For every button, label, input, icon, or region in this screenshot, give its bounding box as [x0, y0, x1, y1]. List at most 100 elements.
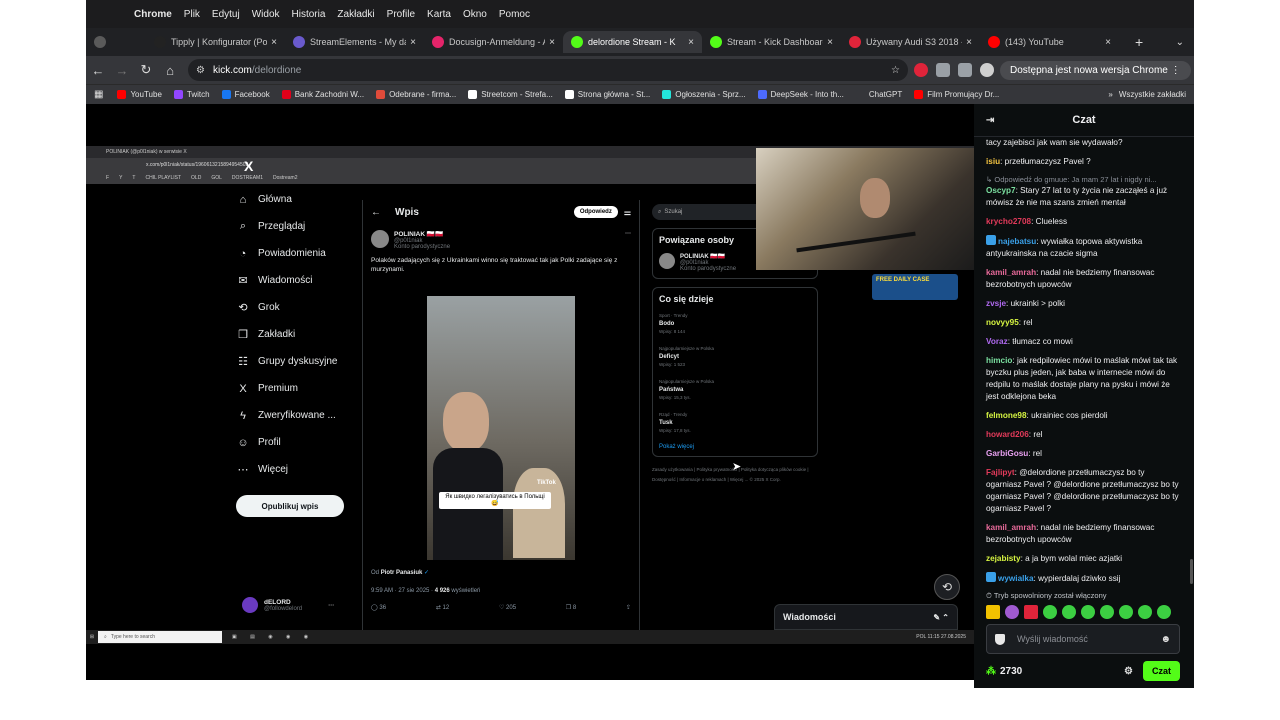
grok-float-icon[interactable]: ⟲: [934, 574, 960, 600]
emote-icon[interactable]: [1005, 605, 1019, 619]
chat-username[interactable]: zejabisty: [986, 554, 1021, 563]
bookmark-star-icon[interactable]: ☆: [891, 65, 900, 76]
menu-view[interactable]: Widok: [252, 9, 280, 20]
forward-icon[interactable]: →: [110, 63, 134, 78]
all-bookmarks[interactable]: Wszystkie zakładki: [1119, 90, 1186, 99]
x-nav-verified[interactable]: ϟ Zweryfikowane ...: [236, 402, 366, 429]
browser-tab[interactable]: Stream - Kick Dashboard ×: [702, 31, 841, 53]
chat-message[interactable]: himcio: jak redpilowiec mówi to maślak m…: [986, 355, 1182, 403]
expand-up-icon[interactable]: ✎ ⌃: [933, 613, 949, 622]
chat-username[interactable]: felmone98: [986, 411, 1027, 420]
filter-icon[interactable]: ⚌: [624, 208, 631, 217]
related-name[interactable]: POLINIAK 🇵🇱🇵🇱: [680, 253, 736, 260]
chat-scrollbar[interactable]: [1190, 559, 1193, 584]
bookmarks-overflow-icon[interactable]: »: [1108, 90, 1112, 99]
bookmark-item[interactable]: Streetcom - Strefa...: [468, 90, 553, 99]
bookmark-item[interactable]: ChatGPT: [855, 90, 902, 99]
menu-help[interactable]: Pomoc: [499, 9, 530, 20]
bookmark-action[interactable]: ❒ 8: [566, 604, 576, 611]
close-tab-icon[interactable]: ×: [688, 37, 694, 48]
avatar[interactable]: [371, 230, 389, 248]
chat-username[interactable]: najebatsu: [998, 237, 1036, 246]
chat-message[interactable]: najebatsu: wywiałka topowa aktywistka an…: [986, 235, 1182, 260]
menu-file[interactable]: Plik: [184, 9, 200, 20]
chat-message[interactable]: howard206: rel: [986, 429, 1182, 441]
extensions-puzzle-icon[interactable]: [936, 63, 950, 77]
collapse-chat-icon[interactable]: ⇥: [986, 115, 994, 126]
show-more-link[interactable]: Pokaż więcej: [659, 444, 811, 450]
chat-username[interactable]: himcio: [986, 356, 1012, 365]
chat-username[interactable]: wywialka: [998, 574, 1034, 583]
chat-username[interactable]: Voraz: [986, 337, 1008, 346]
like-action[interactable]: ♡ 205: [499, 604, 516, 611]
site-info-icon[interactable]: ⚙: [196, 65, 205, 76]
channel-points[interactable]: 2730: [1000, 666, 1022, 677]
x-nav-notifications[interactable]: ◔ Powiadomienia: [236, 240, 366, 267]
chat-username[interactable]: kamil_amrah: [986, 523, 1036, 532]
x-nav-communities[interactable]: ☷ Grupy dyskusyjne: [236, 348, 366, 375]
browser-tab[interactable]: Tipply | Konfigurator (Po ×: [146, 31, 285, 53]
chat-username[interactable]: zvsje: [986, 299, 1006, 308]
chat-username[interactable]: isiu: [986, 157, 1000, 166]
browser-tab[interactable]: StreamElements - My da ×: [285, 31, 424, 53]
menu-app-name[interactable]: Chrome: [134, 9, 172, 20]
trend-item[interactable]: Najpopularniejsze w Polska Deficyt Wpisy: …: [659, 345, 811, 369]
x-account-switcher[interactable]: dELORD @followdelord ⋯: [242, 597, 334, 613]
bookmark-item[interactable]: Strona główna - St...: [564, 90, 650, 99]
menu-bookmarks[interactable]: Zakładki: [337, 9, 374, 20]
chrome-update-button[interactable]: Dostępna jest nowa wersja Chrome ⋮: [1000, 60, 1191, 80]
browser-tab[interactable]: delordione Stream - K ×: [563, 31, 702, 53]
from-author[interactable]: Piotr Panasiuk: [381, 570, 423, 576]
emote-icon[interactable]: [1119, 605, 1133, 619]
emote-icon[interactable]: [1138, 605, 1152, 619]
bookmark-item[interactable]: Bank Zachodni W...: [281, 90, 364, 99]
post-button[interactable]: Opublikuj wpis: [236, 495, 344, 517]
close-tab-icon[interactable]: ×: [549, 37, 555, 48]
x-user-more-icon[interactable]: ⋯: [328, 602, 334, 609]
emote-icon[interactable]: [986, 605, 1000, 619]
chat-messages[interactable]: tacy zajebisci jak wam sie wydawało? isiu…: [974, 137, 1194, 585]
stream-video[interactable]: POLINIAK (@p0l1niak) w serwisie X x.com/…: [86, 104, 974, 680]
x-nav-explore[interactable]: ⌕ Przeglądaj: [236, 213, 366, 240]
profile-avatar-icon[interactable]: [980, 63, 994, 77]
bookmark-item[interactable]: Ogłoszenia - Sprz...: [662, 90, 746, 99]
chat-message[interactable]: GarbiGosu: rel: [986, 448, 1182, 460]
extension-red-icon[interactable]: [914, 63, 928, 77]
chat-username[interactable]: Fajlipyt: [986, 468, 1015, 477]
menu-edit[interactable]: Edytuj: [212, 9, 240, 20]
chat-message[interactable]: isiu: przetłumaczysz Pavel ?: [986, 156, 1182, 168]
browser-tab[interactable]: Używany Audi S3 2018 - ×: [841, 31, 980, 53]
x-nav-more[interactable]: ⋯ Więcej: [236, 456, 366, 483]
back-arrow-icon[interactable]: ←: [371, 207, 381, 218]
new-tab-button[interactable]: +: [1135, 34, 1143, 50]
menu-tab[interactable]: Karta: [427, 9, 451, 20]
browser-tab[interactable]: Docusign-Anmeldung - A ×: [424, 31, 563, 53]
trend-item[interactable]: Sport · Trendy Bodo Wpisy: 8 144: [659, 312, 811, 336]
avatar[interactable]: [659, 253, 675, 269]
apps-grid-icon[interactable]: ▦: [94, 89, 103, 100]
chat-message[interactable]: kamil_amrah: nadal nie bedziemy finansow…: [986, 522, 1182, 546]
tab-search-icon[interactable]: ⌄: [1176, 37, 1184, 48]
close-tab-icon[interactable]: ×: [271, 37, 277, 48]
emoji-picker-icon[interactable]: ☻: [1160, 634, 1171, 645]
bookmark-item[interactable]: Odebrane - firma...: [376, 90, 456, 99]
trend-item[interactable]: Najpopularniejsze w Polska Państwa Wpisy: …: [659, 378, 811, 402]
chat-message[interactable]: Voraz: tłumacz co mowi: [986, 336, 1182, 348]
reply-action[interactable]: ◯ 36: [371, 604, 386, 611]
bookmark-item[interactable]: Film Promujący Dr...: [914, 90, 999, 99]
chat-username[interactable]: novyy95: [986, 318, 1019, 327]
bookmark-item[interactable]: Twitch: [173, 90, 210, 99]
tweet-timestamp[interactable]: 9:59 AM · 27 sie 2025 ·: [371, 588, 435, 594]
x-nav-premium[interactable]: X Premium: [236, 375, 366, 402]
x-nav-profile[interactable]: ☺ Profil: [236, 429, 366, 456]
chat-username[interactable]: Oscyp7: [986, 186, 1016, 195]
bookmark-item[interactable]: YouTube: [117, 90, 162, 99]
x-nav-home[interactable]: ⌂ Główna: [236, 186, 366, 213]
emote-icon[interactable]: [1081, 605, 1095, 619]
reload-icon[interactable]: ↻: [134, 62, 158, 78]
x-logo-icon[interactable]: X: [244, 158, 366, 174]
chat-message[interactable]: felmone98: ukrainiec cos pierdoli: [986, 410, 1182, 422]
menu-window[interactable]: Okno: [463, 9, 487, 20]
close-tab-icon[interactable]: ×: [966, 37, 972, 48]
tweet-video[interactable]: TikTok Як швидко легалізуватись в Польщі…: [427, 296, 575, 560]
